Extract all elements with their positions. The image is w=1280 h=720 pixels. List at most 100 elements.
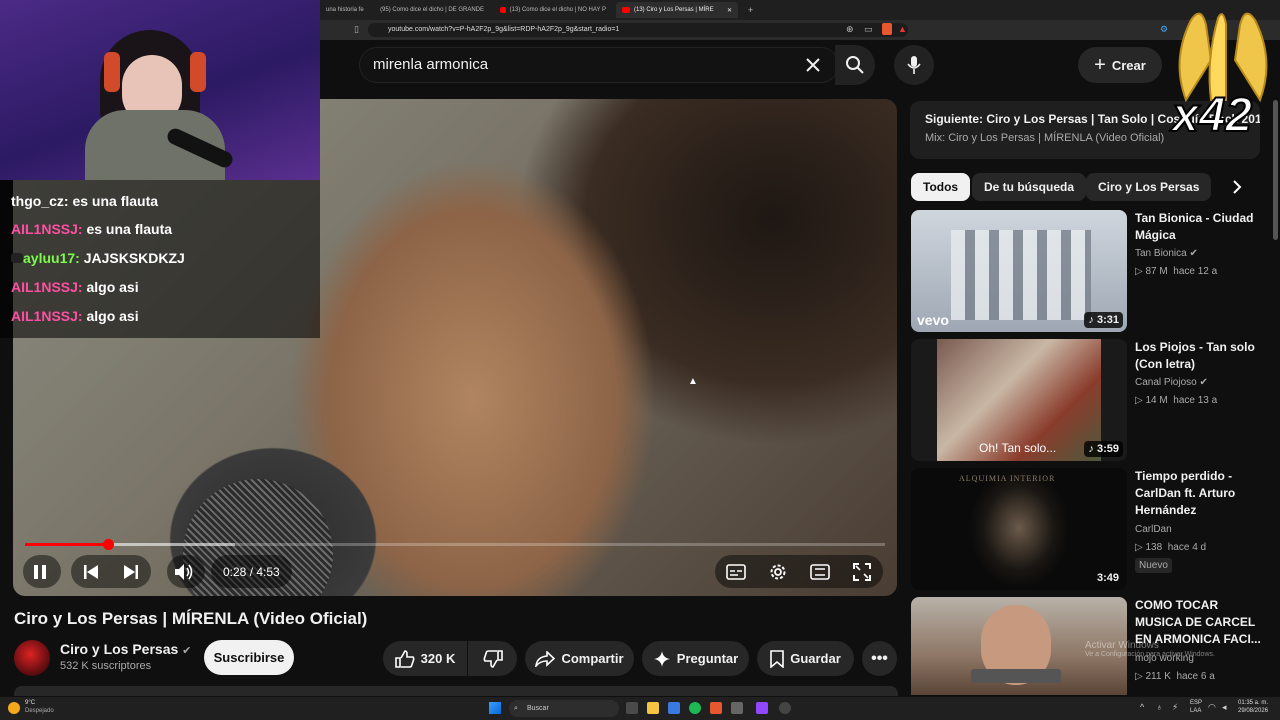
weather-icon[interactable] bbox=[8, 702, 20, 714]
windows-start-icon[interactable] bbox=[489, 702, 501, 714]
skip-controls bbox=[71, 555, 151, 588]
browser-tab-active[interactable]: (13) Ciro y Los Persas | MÍRE ✕ bbox=[616, 2, 738, 18]
video-thumbnail[interactable]: vevo ♪ 3:31 bbox=[911, 210, 1127, 332]
chevron-up-icon[interactable]: ^ bbox=[1140, 702, 1144, 712]
task-view-icon[interactable] bbox=[626, 702, 638, 714]
video-title-link[interactable]: Tiempo perdido - CarlDan ft. Arturo Hern… bbox=[1135, 468, 1265, 519]
chips-next-button[interactable] bbox=[1222, 173, 1252, 201]
clock-date[interactable]: 29/08/2026 bbox=[1238, 708, 1268, 714]
zoom-icon[interactable]: ⊕ bbox=[846, 24, 854, 35]
theater-mode-button[interactable] bbox=[803, 555, 837, 588]
url-field[interactable]: youtube.com/watch?v=P-hA2F2p_9g&list=RDP… bbox=[368, 23, 908, 37]
chat-message: thgo_cz: es una flauta bbox=[11, 193, 158, 209]
chip-from-search[interactable]: De tu búsqueda bbox=[972, 173, 1087, 201]
scrollbar-thumb[interactable] bbox=[1273, 100, 1278, 240]
share-button[interactable]: Compartir bbox=[525, 641, 634, 676]
weather-temp: 9°C bbox=[25, 700, 36, 706]
video-thumbnail[interactable]: Oh! Tan solo... ♪ 3:59 bbox=[911, 339, 1127, 461]
next-button[interactable] bbox=[111, 555, 151, 588]
subscribe-button[interactable]: Suscribirse bbox=[204, 640, 294, 675]
video-channel[interactable]: Canal Piojoso ✔ bbox=[1135, 377, 1208, 388]
page-scrollbar[interactable] bbox=[1271, 40, 1280, 697]
clock-time[interactable]: 01:35 a. m. bbox=[1238, 700, 1268, 706]
rewards-icon[interactable]: ▲ bbox=[898, 24, 907, 34]
thumb-text: Oh! Tan solo... bbox=[979, 441, 1057, 455]
bookmark-icon[interactable]: ▯ bbox=[354, 24, 359, 35]
video-channel[interactable]: Tan Bionica ✔ bbox=[1135, 248, 1198, 259]
search-icon bbox=[846, 56, 864, 74]
verified-icon: ✔ bbox=[1199, 377, 1208, 388]
search-input[interactable]: mirenla armonica bbox=[359, 47, 839, 83]
subtitles-button[interactable] bbox=[719, 555, 753, 588]
save-button[interactable]: Guardar bbox=[757, 641, 854, 676]
search-button[interactable] bbox=[835, 45, 875, 85]
twitch-icon[interactable] bbox=[756, 702, 768, 714]
video-thumbnail[interactable]: ALQUIMIA INTERIOR 3:49 bbox=[911, 468, 1127, 590]
more-actions-button[interactable]: ••• bbox=[862, 641, 897, 676]
create-button[interactable]: + Crear bbox=[1078, 47, 1162, 83]
video-title-link[interactable]: Los Piojos - Tan solo (Con letra) bbox=[1135, 339, 1265, 373]
volume-icon bbox=[175, 563, 193, 580]
thumbs-up-icon bbox=[394, 649, 415, 668]
chip-channel[interactable]: Ciro y Los Persas bbox=[1086, 173, 1212, 201]
brave-icon[interactable] bbox=[710, 702, 722, 714]
store-icon[interactable] bbox=[668, 702, 680, 714]
file-explorer-icon[interactable] bbox=[647, 702, 659, 714]
obs-icon[interactable] bbox=[779, 702, 791, 714]
mute-button[interactable] bbox=[167, 555, 205, 588]
channel-label: Canal Piojoso bbox=[1135, 377, 1197, 388]
fullscreen-button[interactable] bbox=[845, 555, 879, 588]
channel-label: CarlDan bbox=[1135, 524, 1172, 535]
emote-multiplier: x42 bbox=[1171, 88, 1253, 143]
language-label[interactable]: ESP bbox=[1190, 700, 1202, 706]
sparkle-icon bbox=[653, 650, 670, 667]
network-icon[interactable]: ⚡ bbox=[1172, 702, 1178, 713]
views: 14 M bbox=[1145, 395, 1168, 406]
cast-icon[interactable]: ▭ bbox=[864, 24, 873, 35]
video-title: Ciro y Los Persas | MÍRENLA (Video Ofici… bbox=[14, 609, 368, 628]
views: 138 bbox=[1145, 542, 1163, 553]
previous-button[interactable] bbox=[71, 555, 111, 588]
browser-tab[interactable]: (95) Como dice el dicho | DE GRANDE bbox=[370, 2, 490, 18]
video-stats: ▷ 14 M hace 13 a bbox=[1135, 395, 1217, 406]
description-box[interactable] bbox=[14, 686, 898, 696]
video-title-link[interactable]: Tan Bionica - Ciudad Mágica bbox=[1135, 210, 1265, 244]
new-tab-icon[interactable]: + bbox=[742, 2, 756, 18]
clear-search-icon[interactable] bbox=[793, 45, 833, 85]
chip-all[interactable]: Todos bbox=[911, 173, 971, 201]
chat-message: AIL1NSSJ: algo asi bbox=[11, 279, 139, 295]
windows-taskbar: 9°C Despejado ⌕ Buscar ^ ♁ ⚡ ESP LAA ◠ ◂ … bbox=[0, 697, 1280, 720]
wifi-icon[interactable]: ◠ bbox=[1208, 702, 1216, 713]
music-note-icon: ♪ bbox=[1088, 314, 1094, 326]
brave-shield-icon[interactable] bbox=[882, 23, 892, 35]
subtitles-icon bbox=[726, 563, 746, 580]
ask-button[interactable]: Preguntar bbox=[642, 641, 749, 676]
dislike-button[interactable] bbox=[468, 641, 517, 676]
like-button[interactable]: 320 K bbox=[383, 641, 467, 676]
settings-button[interactable] bbox=[761, 555, 795, 588]
speaker-icon[interactable]: ◂ bbox=[1222, 702, 1227, 713]
share-label: Compartir bbox=[561, 651, 624, 666]
calculator-icon[interactable] bbox=[731, 702, 743, 714]
video-channel[interactable]: CarlDan bbox=[1135, 524, 1172, 535]
vpn-icon[interactable]: ♁ bbox=[1156, 702, 1163, 712]
share-icon bbox=[535, 650, 556, 667]
duration-badge: ♪ 3:59 bbox=[1084, 441, 1123, 457]
browser-tab[interactable]: una historia fe bbox=[320, 2, 366, 18]
thumbs-down-icon bbox=[483, 649, 503, 668]
next-icon bbox=[124, 564, 138, 579]
right-controls bbox=[715, 555, 883, 588]
spotify-icon[interactable] bbox=[689, 702, 701, 714]
taskbar-search[interactable]: ⌕ Buscar bbox=[509, 700, 619, 717]
channel-avatar[interactable] bbox=[14, 640, 50, 676]
chat-username: ayluu17: bbox=[23, 250, 80, 266]
play-pause-button[interactable] bbox=[23, 555, 61, 588]
channel-name[interactable]: Ciro y Los Persas ✔ bbox=[60, 641, 191, 657]
close-tab-icon[interactable]: ✕ bbox=[727, 7, 732, 14]
progress-scrubber[interactable] bbox=[103, 539, 114, 550]
voice-search-button[interactable] bbox=[894, 45, 934, 85]
video-stats: ▷ 138 hace 4 d bbox=[1135, 542, 1206, 553]
video-stats: ▷ 211 K hace 6 a bbox=[1135, 671, 1215, 682]
browser-tab[interactable]: (13) Como dice el dicho | NO HAY P bbox=[494, 2, 612, 18]
chat-text: es una flauta bbox=[72, 193, 159, 209]
